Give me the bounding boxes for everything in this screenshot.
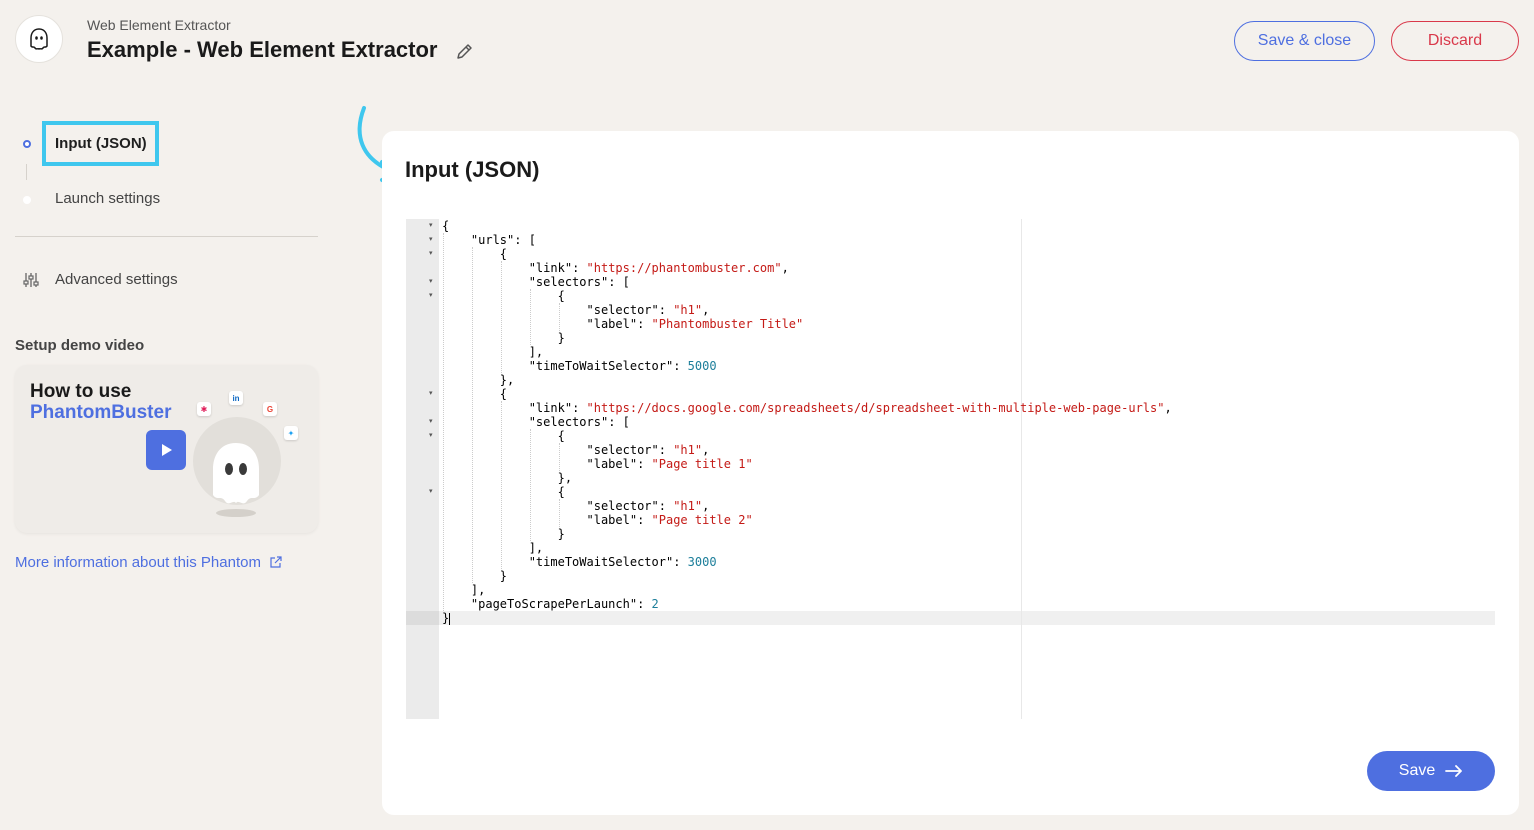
code-line: } (442, 527, 565, 541)
code-line: "label": "Page title 1" (586, 457, 753, 471)
code-line: ], (442, 541, 544, 555)
linkedin-icon: in (229, 391, 243, 405)
code-line: } (442, 331, 565, 345)
text-cursor (449, 612, 451, 625)
code-line: "selectors": [ (528, 415, 630, 429)
save-close-button[interactable]: Save & close (1234, 21, 1375, 61)
fold-toggle-icon[interactable]: ▾ (429, 233, 435, 247)
step-indicator-active (23, 140, 31, 148)
slack-icon: ✱ (197, 402, 211, 416)
fold-toggle-icon[interactable]: ▾ (429, 485, 435, 499)
external-link-icon (270, 556, 282, 568)
code-line: } (442, 569, 508, 583)
google-icon: G (263, 402, 277, 416)
code-line: { (442, 247, 508, 261)
arrow-right-icon (1445, 765, 1463, 777)
code-line: { (442, 289, 565, 303)
video-title-line1: How to use (30, 381, 132, 402)
code-line: "link": "https://docs.google.com/spreads… (528, 401, 1172, 415)
json-editor[interactable]: ▾ ▾ ▾ ▾ ▾ ▾ ▾ ▾ ▾ { "urls": [ { "link": "https:/… (406, 219, 1495, 719)
fold-toggle-icon[interactable]: ▾ (429, 387, 435, 401)
code-line: { (442, 429, 565, 443)
advanced-settings-link[interactable]: Advanced settings (55, 271, 178, 288)
code-line: }, (442, 471, 573, 485)
code-line: { (442, 387, 508, 401)
code-line: ], (442, 345, 544, 359)
step-input-json[interactable]: Input (JSON) (42, 121, 159, 166)
code-line: "urls": [ (470, 233, 536, 247)
fold-toggle-icon[interactable]: ▾ (429, 289, 435, 303)
ghost-icon (30, 28, 48, 51)
code-line: "selector": "h1", (586, 303, 710, 317)
code-line: } (442, 611, 451, 625)
save-label: Save (1398, 762, 1436, 779)
more-info-link[interactable]: More information about this Phantom (15, 554, 282, 571)
sidebar-divider (15, 236, 318, 237)
code-line: { (442, 485, 565, 499)
code-line: { (442, 219, 450, 233)
demo-video-heading: Setup demo video (15, 337, 145, 354)
main-panel: Input (JSON) ▾ ▾ ▾ ▾ ▾ ▾ ▾ ▾ ▾ { "urls": [ { "li… (382, 131, 1519, 815)
step-launch-settings[interactable]: Launch settings (55, 190, 160, 207)
step-indicator (23, 196, 31, 204)
pencil-icon[interactable] (454, 40, 476, 62)
more-info-label: More information about this Phantom (15, 554, 261, 571)
active-line-gutter (406, 611, 439, 625)
phantom-logo (15, 15, 63, 63)
code-line: "selector": "h1", (586, 443, 710, 457)
header: Web Element Extractor Example - Web Elem… (0, 0, 1534, 90)
play-icon (162, 444, 172, 456)
fold-toggle-icon[interactable]: ▾ (429, 429, 435, 443)
code-line: "selector": "h1", (586, 499, 710, 513)
discard-button[interactable]: Discard (1391, 21, 1519, 61)
fold-toggle-icon[interactable]: ▾ (429, 247, 435, 261)
save-button[interactable]: Save (1367, 751, 1495, 791)
phantom-type-label: Web Element Extractor (87, 17, 231, 33)
twitter-icon: ✦ (284, 426, 298, 440)
demo-video-thumbnail[interactable]: How to use PhantomBuster ✱ in G ✦ (15, 365, 318, 533)
fold-toggle-icon[interactable]: ▾ (429, 219, 435, 233)
fold-toggle-icon[interactable]: ▾ (429, 415, 435, 429)
code-line: "link": "https://phantombuster.com", (528, 261, 789, 275)
code-line: "label": "Page title 2" (586, 513, 753, 527)
code-line: "selectors": [ (528, 275, 630, 289)
play-button[interactable] (146, 430, 186, 470)
code-line: "pageToScrapePerLaunch": 2 (470, 597, 659, 611)
video-title-line2: PhantomBuster (30, 402, 172, 423)
code-line: }, (442, 373, 515, 387)
fold-toggle-icon[interactable]: ▾ (429, 275, 435, 289)
sliders-icon (23, 273, 39, 287)
section-title: Input (JSON) (405, 157, 540, 182)
step-label: Input (JSON) (55, 135, 147, 152)
page-title: Example - Web Element Extractor (87, 37, 438, 62)
code-line: ], (442, 583, 486, 597)
code-content[interactable]: { "urls": [ { "link": "https://phantombu… (442, 219, 1172, 625)
code-line: "timeToWaitSelector": 3000 (528, 555, 717, 569)
step-connector (26, 164, 27, 180)
ghost-icon (213, 443, 259, 517)
code-line: "label": "Phantombuster Title" (586, 317, 804, 331)
code-line: "timeToWaitSelector": 5000 (528, 359, 717, 373)
